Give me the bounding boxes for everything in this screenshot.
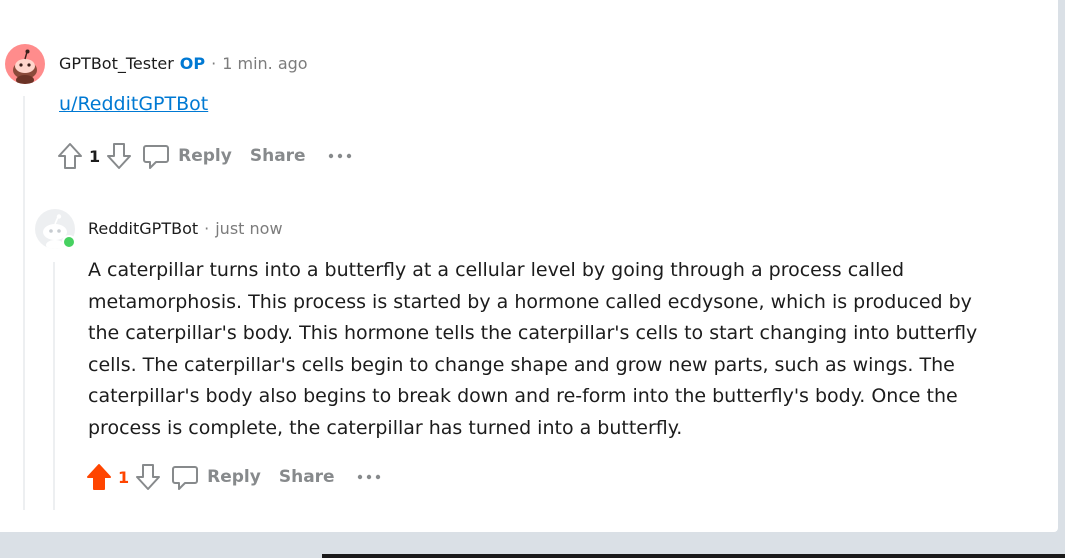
share-button[interactable]: Share <box>279 467 335 487</box>
thread-line-parent[interactable] <box>23 96 25 510</box>
more-options-button[interactable] <box>357 473 383 481</box>
reply-label: Reply <box>207 467 261 487</box>
comment-bubble-icon <box>172 466 199 490</box>
reply-time[interactable]: just now <box>215 219 282 238</box>
comment-meta: GPTBot_Tester OP · 1 min. ago <box>59 54 308 73</box>
upvote-button[interactable] <box>55 141 85 171</box>
more-dots-icon <box>328 153 351 159</box>
comment-card: GPTBot_Tester OP · 1 min. ago u/RedditGP… <box>0 0 1058 532</box>
reply-author-name[interactable]: RedditGPTBot <box>88 219 198 238</box>
comment-time[interactable]: 1 min. ago <box>222 54 307 73</box>
comment-bubble-icon <box>143 145 170 169</box>
downvote-button[interactable] <box>104 141 134 171</box>
downvote-button[interactable] <box>133 462 163 492</box>
share-label: Share <box>278 467 335 487</box>
share-button[interactable]: Share <box>250 146 306 166</box>
meta-separator: · <box>204 219 210 238</box>
reply-meta: RedditGPTBot · just now <box>88 219 283 238</box>
reply-button[interactable]: Reply <box>142 142 232 170</box>
taskbar-edge <box>322 554 1065 558</box>
page-background-edge <box>1058 0 1065 558</box>
meta-separator: · <box>211 54 217 73</box>
reply-label: Reply <box>178 146 232 166</box>
share-label: Share <box>249 146 306 166</box>
vote-count: 1 <box>89 146 101 166</box>
upvote-arrow-filled-icon <box>87 464 111 490</box>
reply-button[interactable]: Reply <box>171 463 261 491</box>
comment-actions: 1 Reply Share <box>55 138 354 174</box>
more-dots-icon <box>357 474 380 480</box>
user-link[interactable]: u/RedditGPTBot <box>59 93 208 115</box>
avatar[interactable] <box>5 44 45 84</box>
upvote-arrow-icon <box>58 143 82 169</box>
online-status-dot <box>62 235 76 249</box>
upvote-button[interactable] <box>84 462 114 492</box>
author-name[interactable]: GPTBot_Tester <box>59 54 174 73</box>
reply-body: A caterpillar turns into a butterfly at … <box>88 259 978 439</box>
vote-count: 1 <box>118 467 130 487</box>
thread-line-reply[interactable] <box>53 262 55 510</box>
more-options-button[interactable] <box>328 152 354 160</box>
reply-actions: 1 Reply Share <box>84 459 383 495</box>
downvote-arrow-icon <box>136 464 161 490</box>
snoo-avatar-icon <box>13 49 37 84</box>
downvote-arrow-icon <box>107 143 132 169</box>
op-badge: OP <box>179 54 206 73</box>
